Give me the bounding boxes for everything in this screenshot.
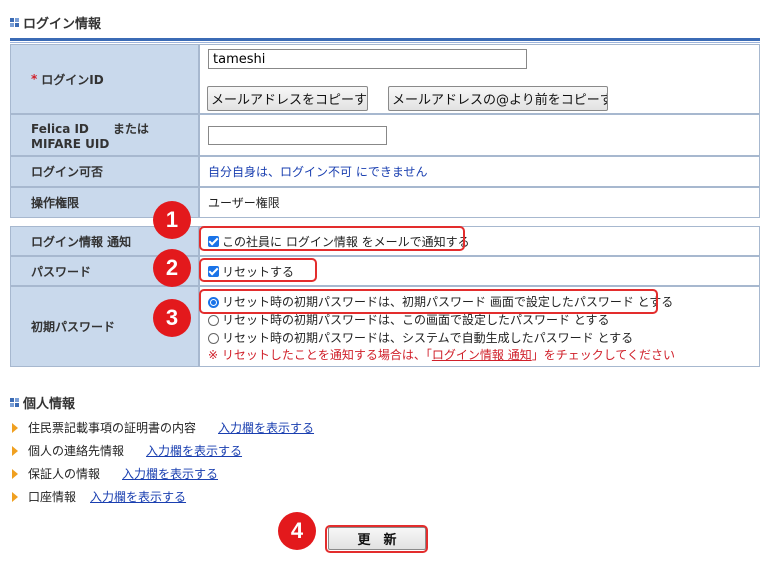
personal-section-title: 個人情報 bbox=[10, 393, 75, 412]
section-divider-thin bbox=[10, 42, 760, 43]
personal-item: 住民票記載事項の証明書の内容 入力欄を表示する bbox=[12, 419, 314, 436]
show-input-link[interactable]: 入力欄を表示する bbox=[90, 488, 186, 505]
highlight-box-notify bbox=[199, 226, 465, 251]
section-divider bbox=[10, 38, 760, 41]
section-icon bbox=[10, 398, 19, 407]
notify-link[interactable]: ログイン情報 通知 bbox=[432, 348, 532, 362]
initial-password-note: ※ リセットしたことを通知する場合は、「ログイン情報 通知」をチェックしてくださ… bbox=[208, 348, 675, 362]
show-input-link[interactable]: 入力欄を表示する bbox=[146, 442, 242, 459]
initial-password-option-3[interactable]: リセット時の初期パスワードは、システムで自動生成したパスワード とする bbox=[208, 329, 633, 346]
radio-button[interactable] bbox=[208, 315, 219, 326]
show-input-link[interactable]: 入力欄を表示する bbox=[122, 465, 218, 482]
permission-value: ユーザー権限 bbox=[199, 187, 760, 218]
copy-email-button[interactable]: メールアドレスをコピーす bbox=[207, 86, 368, 111]
step-badge-2: 2 bbox=[153, 249, 191, 287]
login-allowed-value: 自分自身は、ログイン不可 にできません bbox=[199, 156, 760, 187]
section-icon bbox=[10, 18, 19, 27]
felica-label: Felica ID または MIFARE UID bbox=[10, 114, 199, 156]
login-allowed-label: ログイン可否 bbox=[10, 156, 199, 187]
step-badge-4: 4 bbox=[278, 512, 316, 550]
highlight-box-initial-password bbox=[199, 289, 658, 314]
personal-item: 保証人の情報 入力欄を表示する bbox=[12, 465, 218, 482]
show-input-link[interactable]: 入力欄を表示する bbox=[218, 419, 314, 436]
copy-before-at-button[interactable]: メールアドレスの@より前をコピーす bbox=[388, 86, 608, 111]
personal-item: 口座情報 入力欄を表示する bbox=[12, 488, 186, 505]
bullet-arrow-icon bbox=[12, 468, 18, 479]
highlight-box-update bbox=[325, 525, 428, 553]
personal-item: 個人の連絡先情報 入力欄を表示する bbox=[12, 442, 242, 459]
login-id-input[interactable] bbox=[208, 49, 527, 69]
bullet-arrow-icon bbox=[12, 422, 18, 433]
radio-button[interactable] bbox=[208, 333, 219, 344]
felica-input[interactable] bbox=[208, 126, 387, 145]
step-badge-3: 3 bbox=[153, 299, 191, 337]
step-badge-1: 1 bbox=[153, 201, 191, 239]
login-id-label: * ログインID bbox=[10, 44, 199, 114]
bullet-arrow-icon bbox=[12, 491, 18, 502]
login-section-title: ログイン情報 bbox=[10, 13, 101, 32]
bullet-arrow-icon bbox=[12, 445, 18, 456]
required-mark: * bbox=[31, 72, 38, 86]
highlight-box-password bbox=[199, 258, 317, 282]
